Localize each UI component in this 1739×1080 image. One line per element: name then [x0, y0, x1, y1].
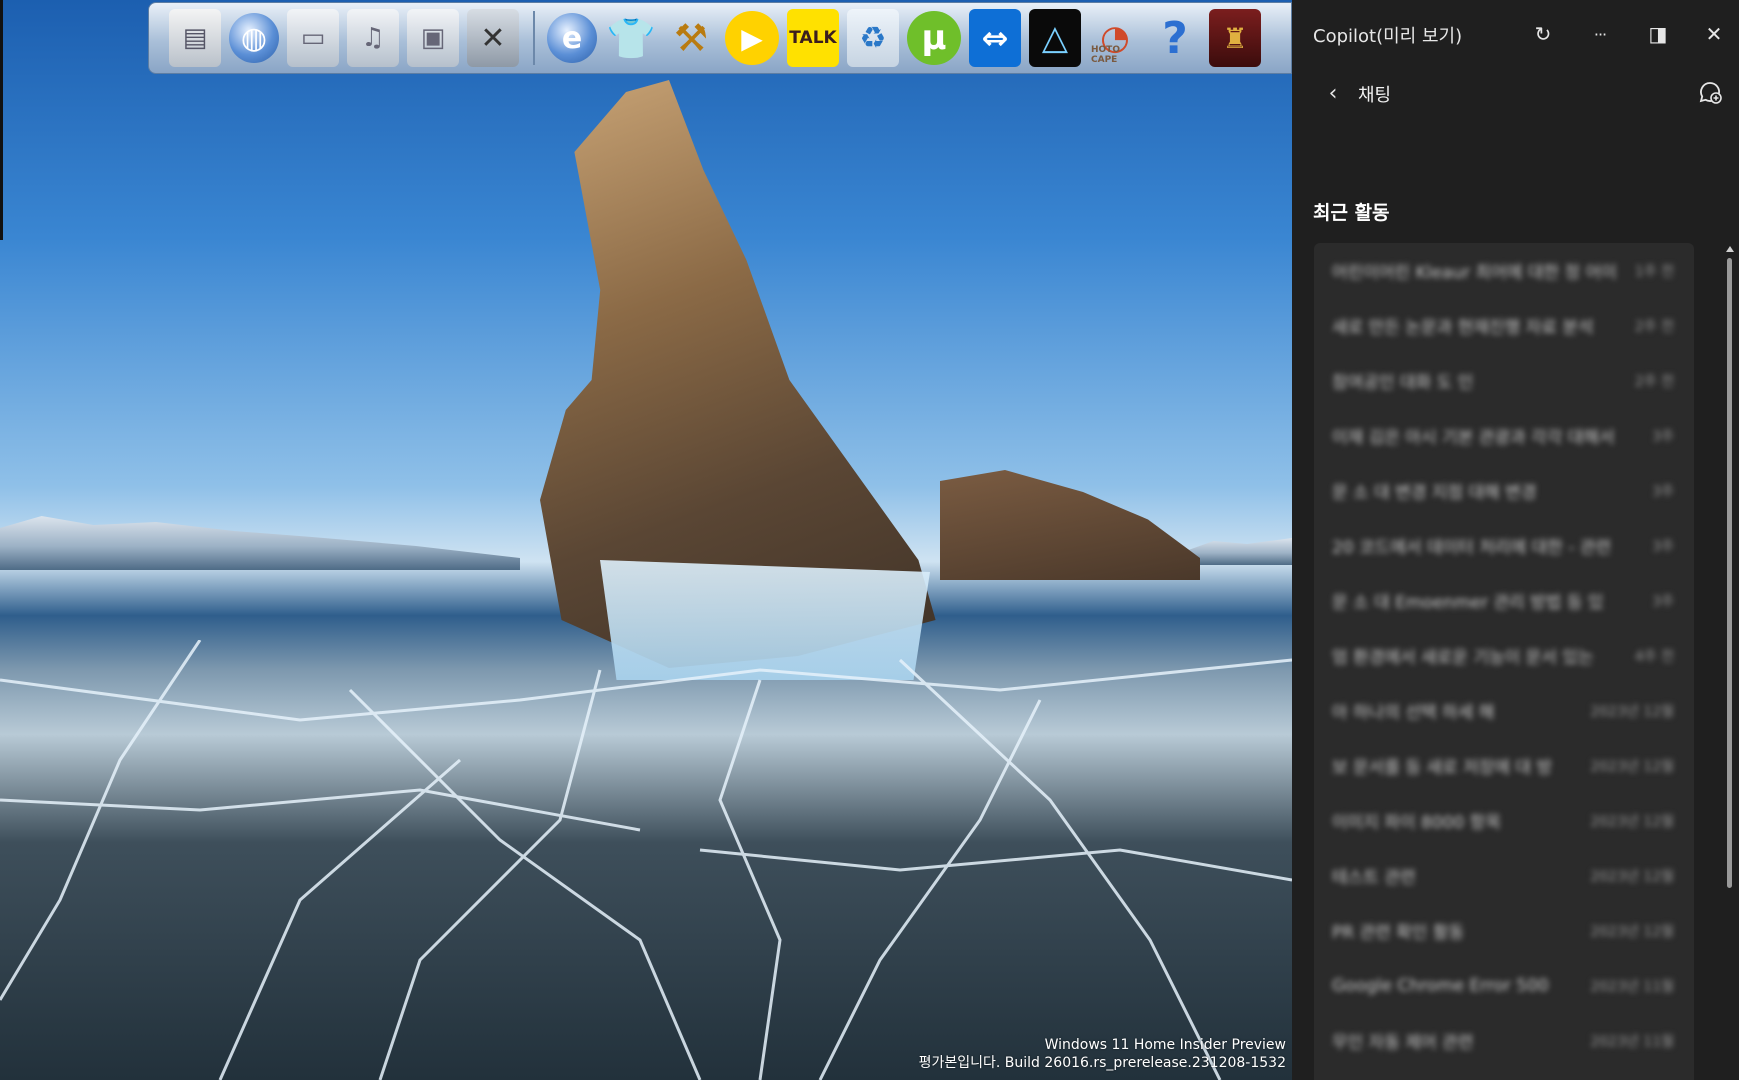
- recent-chat-item[interactable]: 참여공인 대화 도 인 2주 전: [1314, 353, 1694, 408]
- chat-item-time: 2023년 11월: [1590, 978, 1674, 995]
- chat-item-time: 3주: [1652, 483, 1674, 500]
- desktop-wallpaper: Windows 11 Home Insider Preview 평가본입니다. …: [0, 0, 1292, 1080]
- distant-mountains: [0, 516, 520, 570]
- scrollbar-thumb[interactable]: [1727, 258, 1732, 888]
- kakaotalk-icon[interactable]: TALK: [787, 9, 839, 67]
- chat-item-time: 3주: [1652, 538, 1674, 555]
- folder-icon[interactable]: ▭: [287, 9, 339, 67]
- tools-icon[interactable]: ✕: [467, 9, 519, 67]
- recent-chat-item[interactable]: 엄 환경에서 새로운 기능이 문서 있는 4주 전: [1314, 628, 1694, 683]
- chat-item-title: 새로 만든 논문과 현재진행 자료 분석: [1332, 318, 1594, 338]
- chat-item-title: 20 코드에서 데이터 처리에 대한 - 관련: [1332, 538, 1612, 558]
- chat-item-time: 2023년 12월: [1590, 703, 1674, 720]
- recent-chats-scrollbar[interactable]: [1725, 246, 1735, 888]
- more-options-icon[interactable]: ···: [1584, 18, 1616, 50]
- chat-item-title: Google Chrome Error 500: [1332, 975, 1549, 996]
- scroll-up-arrow-icon[interactable]: [1726, 246, 1734, 252]
- recent-chat-item[interactable]: 문 소 대 변경 지점 대해 변경 3주: [1314, 463, 1694, 518]
- hammer-icon[interactable]: ⚒: [665, 9, 717, 67]
- recent-chat-item[interactable]: 무인 자동 제어 관련 2023년 11월: [1314, 1013, 1694, 1068]
- watermark-edition: Windows 11 Home Insider Preview: [1044, 1037, 1286, 1053]
- watermark-build: 평가본입니다. Build 26016.rs_prerelease.231208…: [918, 1055, 1286, 1071]
- game-icon[interactable]: ♜: [1209, 9, 1261, 67]
- chat-item-time: 2023년 12월: [1590, 868, 1674, 885]
- chat-item-time: 2023년 12월: [1590, 923, 1674, 940]
- recent-chat-item[interactable]: 이미지 파이 8000 항목 2023년 12월: [1314, 793, 1694, 848]
- window-edge: [0, 0, 3, 240]
- photoscape-icon[interactable]: ◔ HOTO CAPE: [1089, 9, 1141, 67]
- chat-item-title: 아 하나의 선택 하세 해: [1332, 703, 1495, 723]
- globe-network-icon[interactable]: ◍: [229, 13, 279, 63]
- chat-item-title: PR 관련 확인 활동: [1332, 923, 1465, 943]
- recent-chat-item[interactable]: 20 코드에서 데이터 처리에 대한 - 관련 3주: [1314, 518, 1694, 573]
- recent-chats-list: 어린이어린 Kleaur 최어에 대한 정 어이 1주 전 새로 만든 논문과 현…: [1314, 243, 1694, 1080]
- new-chat-icon[interactable]: [1693, 76, 1727, 110]
- chat-item-title: 무인 자동 제어 관련: [1332, 1033, 1474, 1053]
- recent-chat-item[interactable]: 새로 만든 논문과 현재진행 자료 분석 2주 전: [1314, 298, 1694, 353]
- help-icon[interactable]: ?: [1149, 9, 1201, 67]
- chat-item-time: 1주 전: [1634, 263, 1674, 280]
- teamviewer-icon[interactable]: ⇔: [969, 9, 1021, 67]
- recent-chat-item[interactable]: 어린이어린 Kleaur 최어에 대한 정 어이 1주 전: [1314, 243, 1694, 298]
- internet-explorer-icon[interactable]: e: [547, 13, 597, 63]
- utorrent-icon[interactable]: µ: [907, 11, 961, 65]
- recent-chat-item[interactable]: Google Chrome Error 500 2023년 11월: [1314, 958, 1694, 1013]
- chat-item-time: 2023년 11월: [1590, 1033, 1674, 1050]
- recent-chat-item[interactable]: 이재 김은 아시 기본 관광과 각각 대해서 3주: [1314, 408, 1694, 463]
- chat-item-title: 엄 환경에서 새로운 기능이 문서 있는: [1332, 648, 1594, 668]
- chat-page-title: 채팅: [1358, 85, 1392, 106]
- dock-panel-icon[interactable]: ◨: [1642, 18, 1674, 50]
- chat-item-title: 보 문서를 등 새로 저장에 대 방: [1332, 758, 1553, 778]
- recent-chat-item[interactable]: 테스트 관련 2023년 12월: [1314, 848, 1694, 903]
- photoscape-label: HOTO CAPE: [1091, 45, 1120, 65]
- recent-chat-item[interactable]: 문 소 대 Emoenmer 관리 방법 등 있 3주: [1314, 573, 1694, 628]
- copilot-pane: Copilot(미리 보기) ↻ ··· ◨ ✕ ‹ 채팅 최근 활동 어린이어…: [1292, 0, 1739, 1080]
- tshirt-icon[interactable]: 👕: [605, 9, 657, 67]
- recent-activity-heading: 최근 활동: [1313, 202, 1390, 224]
- chat-item-title: 이재 김은 아시 기본 관광과 각각 대해서: [1332, 428, 1615, 448]
- copilot-title: Copilot(미리 보기): [1313, 26, 1463, 47]
- pictures-folder-icon[interactable]: ▣: [407, 9, 459, 67]
- chat-item-title: 문 소 대 변경 지점 대해 변경: [1332, 483, 1537, 503]
- chat-item-time: 2023년 12월: [1590, 758, 1674, 775]
- new-chat-glyph: [1699, 82, 1722, 104]
- chat-item-title: 참여공인 대화 도 인: [1332, 373, 1474, 393]
- chat-item-title: 어린이어린 Kleaur 최어에 대한 정 어이: [1332, 263, 1617, 283]
- windows-watermark: Windows 11 Home Insider Preview 평가본입니다. …: [919, 1036, 1286, 1072]
- rock-island: [940, 470, 1200, 580]
- chat-item-time: 3주: [1652, 428, 1674, 445]
- chat-item-title: 이미지 파이 8000 항목: [1332, 813, 1501, 833]
- chat-item-time: 2주 전: [1634, 318, 1674, 335]
- app-launcher-toolbar: ▤ ◍ ▭ ♫ ▣ ✕ e 👕 ⚒ ▶ TALK ♻ µ ⇔ △ ◔ HOTO …: [148, 2, 1292, 74]
- recent-chat-item[interactable]: 보 문서를 등 새로 저장에 대 방 2023년 12월: [1314, 738, 1694, 793]
- chat-nav-bar: ‹ 채팅: [1292, 66, 1739, 122]
- recycle-bin-icon[interactable]: ♻: [847, 9, 899, 67]
- triangle-app-icon[interactable]: △: [1029, 9, 1081, 67]
- chat-item-time: 4주 전: [1634, 648, 1674, 665]
- chat-item-time: 3주: [1652, 593, 1674, 610]
- chat-item-title: 문 소 대 Emoenmer 관리 방법 등 있: [1332, 593, 1604, 613]
- document-icon[interactable]: ▤: [169, 9, 221, 67]
- media-player-icon[interactable]: ▶: [725, 11, 779, 65]
- chat-item-title: 테스트 관련: [1332, 868, 1416, 888]
- refresh-icon[interactable]: ↻: [1527, 18, 1559, 50]
- recent-chat-item[interactable]: 아 하나의 선택 하세 해 2023년 12월: [1314, 683, 1694, 738]
- back-arrow-icon[interactable]: ‹: [1318, 78, 1348, 108]
- recent-chat-item[interactable]: PR 관련 확인 활동 2023년 12월: [1314, 903, 1694, 958]
- copilot-titlebar: Copilot(미리 보기) ↻ ··· ◨ ✕: [1292, 0, 1739, 66]
- music-folder-icon[interactable]: ♫: [347, 9, 399, 67]
- chat-item-time: 2주 전: [1634, 373, 1674, 390]
- chat-item-time: 2023년 12월: [1590, 813, 1674, 830]
- toolbar-separator: [533, 11, 535, 65]
- ice-cracks: [0, 640, 1292, 1080]
- close-icon[interactable]: ✕: [1698, 18, 1730, 50]
